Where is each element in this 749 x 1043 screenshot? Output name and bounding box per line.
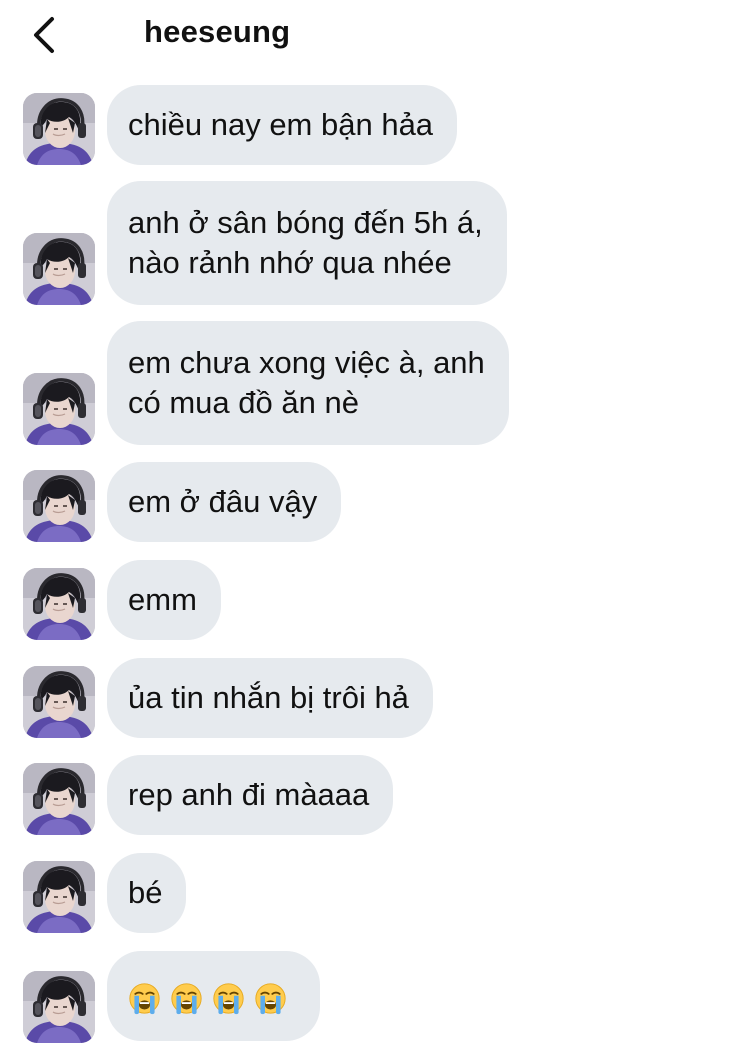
message-bubble[interactable]: ủa tin nhắn bị trôi hả — [107, 658, 433, 738]
avatar[interactable] — [23, 470, 95, 542]
avatar[interactable] — [23, 763, 95, 835]
avatar[interactable] — [23, 93, 95, 165]
message-bubble[interactable] — [107, 951, 320, 1041]
message-text: em ở đâu vậy — [128, 484, 318, 519]
emoji-row — [128, 979, 296, 1019]
message-text: nào rảnh nhớ qua nhée — [128, 245, 452, 280]
message-bubble[interactable]: bé — [107, 853, 187, 933]
loudly-crying-face-icon — [255, 983, 286, 1015]
message-text: chiều nay em bận hảa — [128, 107, 434, 142]
message-bubble[interactable]: anh ở sân bóng đến 5h á, nào rảnh nhớ qu… — [107, 181, 507, 305]
message-text: bé — [128, 875, 163, 910]
message-bubble[interactable]: em ở đâu vậy — [107, 462, 342, 542]
avatar[interactable] — [23, 861, 95, 933]
message-bubble[interactable]: emm — [107, 560, 221, 640]
message-bubble[interactable]: rep anh đi màaaa — [107, 755, 394, 835]
message-text: em chưa xong việc à, anh — [128, 345, 485, 380]
loudly-crying-face-icon — [171, 983, 202, 1015]
message-bubble[interactable]: chiều nay em bận hảa — [107, 85, 458, 165]
message-thread[interactable]: chiều nay em bận hảa anh ở sân bóng đến … — [0, 0, 749, 1043]
message-text: rep anh đi màaaa — [128, 777, 370, 812]
loudly-crying-face-icon — [213, 983, 244, 1015]
loudly-crying-face-icon — [129, 983, 160, 1015]
message-bubble[interactable]: em chưa xong việc à, anh có mua đồ ăn nè — [107, 321, 509, 445]
avatar[interactable] — [23, 666, 95, 738]
message-text: có mua đồ ăn nè — [128, 385, 359, 420]
avatar[interactable] — [23, 971, 95, 1043]
avatar[interactable] — [23, 373, 95, 445]
avatar[interactable] — [23, 233, 95, 305]
message-text: ủa tin nhắn bị trôi hả — [128, 680, 409, 715]
avatar[interactable] — [23, 568, 95, 640]
message-text: anh ở sân bóng đến 5h á, — [128, 205, 483, 240]
message-text: emm — [128, 582, 197, 617]
